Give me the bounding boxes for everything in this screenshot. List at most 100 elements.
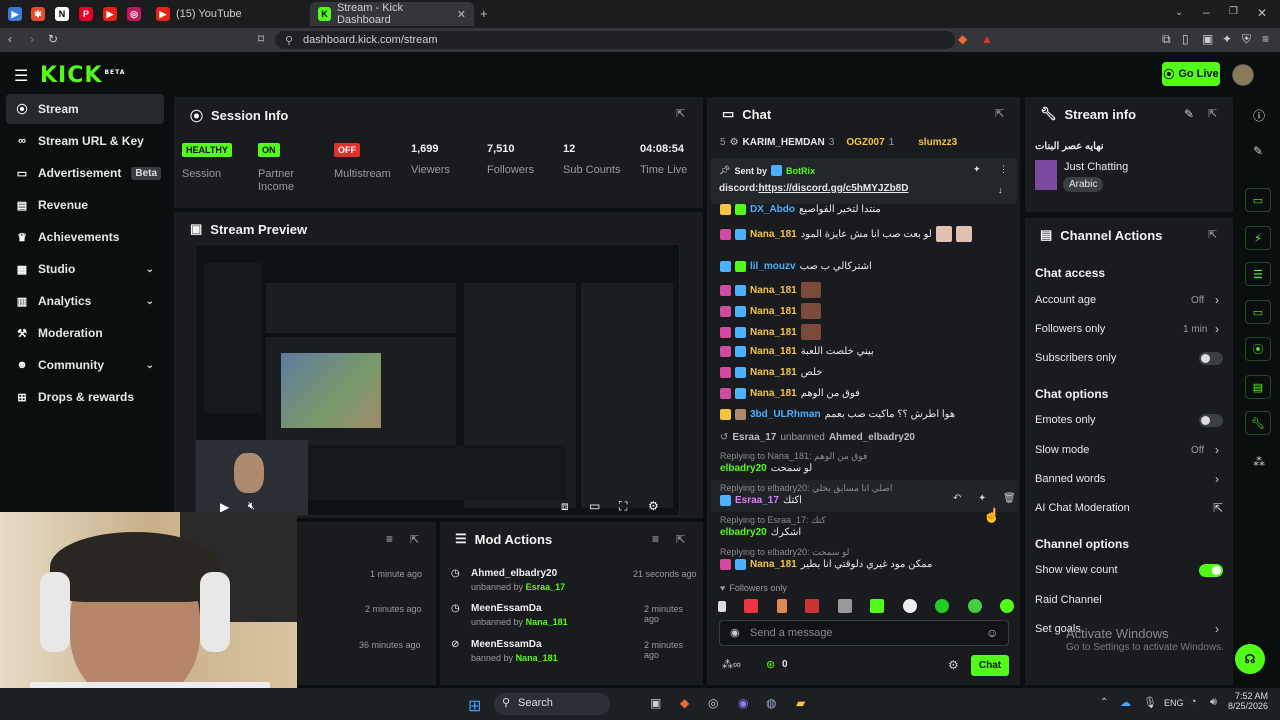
extensions-icon[interactable]: ⧉	[1162, 32, 1171, 47]
onedrive-icon[interactable]: ☁	[1120, 696, 1131, 709]
sidebar-item-stream[interactable]: ⦿ Stream	[6, 94, 164, 124]
tray-chevron-icon[interactable]: ⌃	[1100, 697, 1108, 708]
tab-youtube[interactable]: ▶ (15) YouTube	[148, 2, 308, 26]
gifter-name[interactable]: slumzz3	[918, 137, 957, 148]
rail-lightning[interactable]: ⚡︎	[1245, 226, 1271, 250]
chat-username[interactable]: 3bd_ULRhman	[750, 409, 821, 420]
filter-icon[interactable]: ≡	[386, 532, 393, 546]
event-target[interactable]: Ahmed_elbadry20	[829, 432, 915, 443]
more-actions-icon[interactable]: ⁂	[1253, 455, 1265, 469]
site-info-icon[interactable]: ⚲	[285, 34, 293, 47]
ai-chat-moderation-label[interactable]: AI Chat Moderation	[1035, 502, 1130, 514]
clock[interactable]: 7:52 AM 8/25/2026	[1228, 691, 1268, 711]
chevron-right-icon[interactable]: ›	[1215, 293, 1219, 307]
help-chat-icon[interactable]: ☊	[1235, 644, 1265, 674]
send-chat-button[interactable]: Chat	[971, 655, 1009, 676]
chat-username[interactable]: lil_mouzv	[750, 261, 796, 272]
discord-icon[interactable]: ◉	[738, 696, 748, 710]
emote-icon[interactable]	[902, 599, 917, 613]
chevron-right-icon[interactable]: ›	[1215, 622, 1219, 636]
emote-icon[interactable]	[718, 600, 726, 612]
event-actor[interactable]: Esraa_17	[732, 432, 776, 443]
theater-icon[interactable]: ▭	[589, 499, 600, 513]
sidebar-item-analytics[interactable]: ▥ Analytics ⌄	[6, 286, 164, 316]
app-icon[interactable]: ◎	[708, 696, 718, 710]
sidebar-item-stream-url[interactable]: ∞ Stream URL & Key	[6, 126, 164, 156]
emote-icon[interactable]	[999, 599, 1014, 613]
chat-username[interactable]: Nana_181	[750, 306, 797, 317]
task-view-icon[interactable]: ▣	[650, 696, 661, 710]
emote-icon[interactable]	[967, 599, 982, 613]
chat-username[interactable]: Nana_181	[750, 327, 797, 338]
hamburger-icon[interactable]: ☰	[14, 66, 28, 86]
popout-icon[interactable]: ⇱	[410, 533, 419, 546]
emote-icon[interactable]	[805, 599, 820, 613]
account-age-label[interactable]: Account age	[1035, 294, 1096, 306]
gifter-name[interactable]: OGZ007	[846, 137, 884, 148]
pinned-tab-icon[interactable]: ◎	[127, 7, 141, 21]
brave-shield-icon[interactable]: ◆	[958, 32, 967, 46]
language-indicator[interactable]: ENG	[1164, 698, 1184, 708]
pinned-link[interactable]: https://discord.gg/c5hMYJZb8D	[758, 183, 908, 194]
mod-user[interactable]: MeenEssamDa	[471, 603, 542, 614]
stream-tag[interactable]: Arabic	[1063, 177, 1104, 192]
clip-icon[interactable]: ⧈	[561, 499, 569, 514]
rail-wrench[interactable]: 🔧︎	[1245, 411, 1271, 435]
popout-icon[interactable]: ⇱	[995, 107, 1004, 120]
rail-stream-info[interactable]: ▭	[1245, 188, 1271, 212]
go-live-button[interactable]: ⦿ Go Live	[1162, 62, 1220, 86]
chevron-right-icon[interactable]: ›	[1215, 322, 1219, 336]
sidebar-item-advertisement[interactable]: ▭ Advertisement Beta	[6, 158, 164, 188]
edit-icon[interactable]: ✎	[1253, 144, 1263, 158]
reply-icon[interactable]: ↶	[953, 493, 961, 504]
tab-kick-dashboard[interactable]: K Stream - Kick Dashboard ✕	[310, 2, 474, 26]
reload-icon[interactable]: ↻	[48, 32, 58, 46]
volume-icon[interactable]: 🔊︎	[1210, 696, 1217, 709]
pinned-tab-icon[interactable]: ▶	[8, 7, 22, 21]
emote-icon[interactable]	[776, 599, 787, 613]
steam-icon[interactable]: ◍	[766, 696, 776, 710]
rail-chat[interactable]: ▭	[1245, 300, 1271, 324]
edit-icon[interactable]: ✎	[1184, 107, 1194, 121]
popout-icon[interactable]: ⇱	[1208, 107, 1217, 120]
channel-points-icon[interactable]: ⁂∞	[722, 658, 741, 671]
sidebar-item-studio[interactable]: ▦ Studio ⌄	[6, 254, 164, 284]
emote-icon[interactable]	[837, 599, 852, 613]
delete-icon[interactable]: 🗑︎	[1003, 493, 1016, 504]
rail-list[interactable]: ☰	[1245, 262, 1271, 286]
bookmark-icon[interactable]: ⌑	[258, 32, 264, 46]
chat-settings-icon[interactable]: ⚙	[948, 658, 959, 672]
filter-icon[interactable]: ≡	[652, 532, 659, 546]
taskbar-search[interactable]: ⚲ Search	[494, 693, 610, 715]
pinned-tab-icon[interactable]: N	[55, 7, 69, 21]
pin-icon[interactable]: ✦	[978, 493, 986, 504]
window-close-icon[interactable]: ✕	[1257, 6, 1267, 20]
chat-input[interactable]: ◉ Send a message ☺	[719, 620, 1009, 646]
info-icon[interactable]: ⓘ	[1253, 107, 1265, 124]
chat-username[interactable]: elbadry20	[720, 463, 767, 474]
popout-icon[interactable]: ⇱	[676, 533, 685, 546]
stream-preview-video[interactable]: ▶ 🔇︎ ⧈ ▭ ⛶ ⚙	[195, 244, 680, 516]
sidebar-item-drops[interactable]: ⊞ Drops & rewards	[6, 382, 164, 412]
vpn-icon[interactable]: ⛨	[1242, 32, 1251, 47]
unpin-icon[interactable]: ✦	[973, 164, 981, 175]
chat-username[interactable]: Nana_181	[750, 367, 797, 378]
external-link-icon[interactable]: ⇱	[1213, 501, 1223, 515]
chat-username[interactable]: elbadry20	[720, 527, 767, 538]
settings-gear-icon[interactable]: ⚙	[648, 499, 659, 513]
chat-username[interactable]: Nana_181	[750, 346, 797, 357]
chat-username[interactable]: Nana_181	[750, 229, 797, 240]
followers-only-label[interactable]: Followers only	[1035, 323, 1105, 335]
emote-icon[interactable]	[935, 599, 950, 613]
gifter-name[interactable]: KARIM_HEMDAN	[743, 137, 825, 148]
sidebar-item-moderation[interactable]: ⚒ Moderation	[6, 318, 164, 348]
emotes-only-toggle[interactable]	[1199, 414, 1223, 427]
menu-icon[interactable]: ≡	[1262, 32, 1269, 46]
fullscreen-icon[interactable]: ⛶	[619, 499, 627, 514]
chat-username[interactable]: Nana_181	[750, 388, 797, 399]
banned-words-label[interactable]: Banned words	[1035, 473, 1105, 485]
mod-by[interactable]: Nana_181	[516, 653, 558, 663]
minimize-icon[interactable]: –	[1203, 5, 1210, 19]
wallet-icon[interactable]: ▣	[1202, 32, 1213, 46]
brave-icon[interactable]: ◆	[680, 696, 689, 710]
